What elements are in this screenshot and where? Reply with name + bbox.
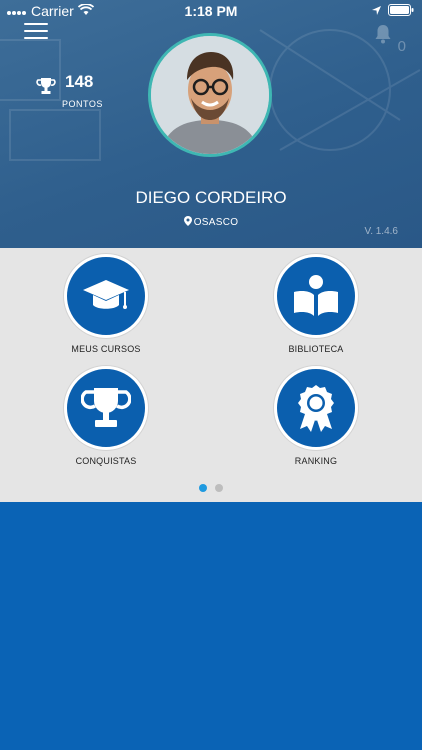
- page-indicator[interactable]: [0, 479, 422, 497]
- app-version: V. 1.4.6: [364, 226, 398, 237]
- map-pin-icon: [183, 216, 192, 226]
- location-label: OSASCO: [193, 217, 239, 228]
- page-dot-active[interactable]: [199, 484, 207, 492]
- status-bar: Carrier 1:18 PM: [0, 0, 422, 22]
- menu-grid: MEUS CURSOS BIBLIOTECA CONQUISTAS RANKIN…: [0, 248, 422, 502]
- menu-tile-circle: [64, 366, 148, 450]
- menu-tile-circle: [274, 366, 358, 450]
- page-dot[interactable]: [215, 484, 223, 492]
- menu-tile-label: RANKING: [294, 456, 338, 466]
- ribbon-award-icon: [298, 385, 334, 432]
- location-arrow-icon: [371, 3, 382, 19]
- menu-tile-label: BIBLIOTECA: [288, 344, 344, 354]
- menu-tile-ranking[interactable]: RANKING: [246, 366, 386, 466]
- hamburger-menu-icon[interactable]: [24, 23, 48, 41]
- menu-tile-conquistas[interactable]: CONQUISTAS: [36, 366, 176, 466]
- bell-icon[interactable]: [374, 24, 392, 44]
- menu-tile-biblioteca[interactable]: BIBLIOTECA: [246, 254, 386, 354]
- content-area: [0, 502, 422, 750]
- menu-tile-meus-cursos[interactable]: MEUS CURSOS: [36, 254, 176, 354]
- menu-tile-label: CONQUISTAS: [75, 456, 137, 466]
- avatar[interactable]: [148, 33, 272, 157]
- menu-tile-label: MEUS CURSOS: [71, 344, 141, 354]
- battery-icon: [388, 3, 414, 19]
- trophy-icon: [36, 76, 56, 101]
- points-label: PONTOS: [62, 99, 103, 109]
- notification-count: 0: [397, 38, 406, 55]
- graduation-cap-icon: [83, 280, 129, 309]
- menu-tile-circle: [64, 254, 148, 338]
- clock: 1:18 PM: [184, 3, 238, 19]
- profile-header: Carrier 1:18 PM 0 148 PONTOS DIEGO CORDE…: [0, 0, 422, 248]
- trophy-icon: [81, 388, 131, 427]
- user-location: OSASCO: [0, 216, 422, 228]
- points-value: 148: [65, 72, 94, 91]
- menu-tile-circle: [274, 254, 358, 338]
- status-right: [371, 3, 414, 19]
- avatar-photo: [151, 36, 269, 154]
- reading-person-icon: [294, 275, 338, 316]
- user-name: DIEGO CORDEIRO: [135, 188, 287, 207]
